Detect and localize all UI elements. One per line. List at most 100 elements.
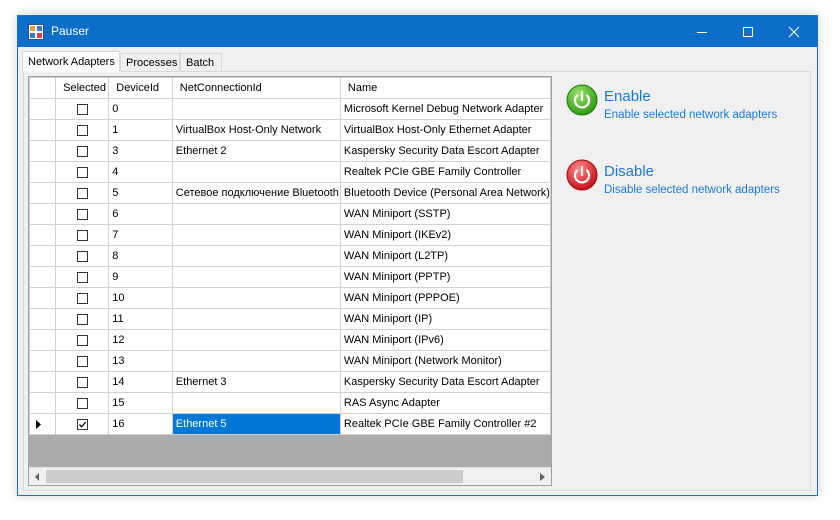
net-connection-id-cell[interactable]: Ethernet 5 [171, 413, 341, 435]
net-connection-id-cell[interactable]: Ethernet 2 [171, 140, 341, 162]
row-header[interactable] [29, 371, 57, 393]
name-cell[interactable]: Kaspersky Security Data Escort Adapter [339, 140, 551, 162]
horizontal-scrollbar[interactable] [29, 467, 551, 485]
name-cell[interactable]: Kaspersky Security Data Escort Adapter [339, 371, 551, 393]
column-header-name[interactable]: Name [339, 77, 551, 99]
device-id-cell[interactable]: 7 [108, 224, 173, 246]
row-header[interactable] [29, 413, 57, 435]
name-cell[interactable]: Bluetooth Device (Personal Area Network) [339, 182, 551, 204]
net-connection-id-cell[interactable] [171, 203, 341, 225]
net-connection-id-cell[interactable] [171, 308, 341, 330]
net-connection-id-cell[interactable]: VirtualBox Host-Only Network [171, 119, 341, 141]
table-row[interactable]: 13 WAN Miniport (Network Monitor) [29, 350, 551, 372]
device-id-cell[interactable]: 10 [108, 287, 173, 309]
device-id-cell[interactable]: 8 [108, 245, 173, 267]
selected-cell[interactable] [55, 350, 110, 372]
column-header-selected[interactable]: Selected [55, 77, 110, 99]
selected-cell[interactable] [55, 329, 110, 351]
selected-checkbox[interactable] [76, 124, 88, 136]
minimize-button[interactable] [679, 16, 725, 47]
selected-checkbox[interactable] [76, 355, 88, 367]
table-row[interactable]: 11 WAN Miniport (IP) [29, 308, 551, 330]
name-cell[interactable]: WAN Miniport (L2TP) [339, 245, 551, 267]
row-header[interactable] [29, 329, 57, 351]
device-id-cell[interactable]: 13 [108, 350, 173, 372]
tab-network-adapters[interactable]: Network Adapters [22, 51, 120, 72]
row-header-corner[interactable] [29, 77, 57, 99]
device-id-cell[interactable]: 5 [108, 182, 173, 204]
name-cell[interactable]: WAN Miniport (Network Monitor) [339, 350, 551, 372]
row-header[interactable] [29, 350, 57, 372]
tab-processes[interactable]: Processes [120, 53, 180, 71]
selected-checkbox[interactable] [76, 334, 88, 346]
scroll-thumb[interactable] [46, 470, 463, 483]
row-header[interactable] [29, 224, 57, 246]
row-header[interactable] [29, 140, 57, 162]
row-header[interactable] [29, 182, 57, 204]
name-cell[interactable]: WAN Miniport (IP) [339, 308, 551, 330]
name-cell[interactable]: WAN Miniport (PPPOE) [339, 287, 551, 309]
table-row[interactable]: 8 WAN Miniport (L2TP) [29, 245, 551, 267]
name-cell[interactable]: WAN Miniport (IPv6) [339, 329, 551, 351]
table-row[interactable]: 9 WAN Miniport (PPTP) [29, 266, 551, 288]
table-row[interactable]: 5 Сетевое подключение Bluetooth Bluetooth … [29, 182, 551, 204]
device-id-cell[interactable]: 6 [108, 203, 173, 225]
selected-cell[interactable] [55, 140, 110, 162]
net-connection-id-cell[interactable]: Сетевое подключение Bluetooth [171, 182, 341, 204]
name-cell[interactable]: Microsoft Kernel Debug Network Adapter [339, 98, 551, 120]
net-connection-id-cell[interactable] [171, 266, 341, 288]
row-header[interactable] [29, 308, 57, 330]
name-cell[interactable]: WAN Miniport (SSTP) [339, 203, 551, 225]
device-id-cell[interactable]: 14 [108, 371, 173, 393]
device-id-cell[interactable]: 12 [108, 329, 173, 351]
net-connection-id-cell[interactable] [171, 329, 341, 351]
selected-cell[interactable] [55, 245, 110, 267]
selected-cell[interactable] [55, 266, 110, 288]
selected-checkbox[interactable] [76, 208, 88, 220]
selected-checkbox[interactable] [76, 229, 88, 241]
net-connection-id-cell[interactable]: Ethernet 3 [171, 371, 341, 393]
scroll-right-button[interactable] [534, 468, 551, 485]
maximize-button[interactable] [725, 16, 771, 47]
selected-cell[interactable] [55, 203, 110, 225]
name-cell[interactable]: VirtualBox Host-Only Ethernet Adapter [339, 119, 551, 141]
selected-cell[interactable] [55, 161, 110, 183]
table-row[interactable]: 7 WAN Miniport (IKEv2) [29, 224, 551, 246]
selected-checkbox[interactable] [76, 187, 88, 199]
name-cell[interactable]: WAN Miniport (PPTP) [339, 266, 551, 288]
device-id-cell[interactable]: 16 [108, 413, 173, 435]
table-row[interactable]: 15 RAS Async Adapter [29, 392, 551, 414]
device-id-cell[interactable]: 11 [108, 308, 173, 330]
column-header-net-connection-id[interactable]: NetConnectionId [171, 77, 341, 99]
table-row[interactable]: 16 Ethernet 5 Realtek PCIe GBE Family Cont… [29, 413, 551, 435]
selected-checkbox[interactable] [76, 376, 88, 388]
row-header[interactable] [29, 287, 57, 309]
table-row[interactable]: 6 WAN Miniport (SSTP) [29, 203, 551, 225]
selected-checkbox[interactable] [76, 145, 88, 157]
name-cell[interactable]: WAN Miniport (IKEv2) [339, 224, 551, 246]
table-row[interactable]: 3 Ethernet 2 Kaspersky Security Data Escor… [29, 140, 551, 162]
selected-checkbox[interactable] [76, 292, 88, 304]
row-header[interactable] [29, 119, 57, 141]
selected-checkbox[interactable] [76, 418, 88, 430]
net-connection-id-cell[interactable] [171, 224, 341, 246]
table-row[interactable]: 1 VirtualBox Host-Only Network VirtualBox … [29, 119, 551, 141]
net-connection-id-cell[interactable] [171, 161, 341, 183]
selected-checkbox[interactable] [76, 313, 88, 325]
selected-checkbox[interactable] [76, 271, 88, 283]
row-header[interactable] [29, 203, 57, 225]
selected-cell[interactable] [55, 98, 110, 120]
device-id-cell[interactable]: 3 [108, 140, 173, 162]
selected-checkbox[interactable] [76, 166, 88, 178]
name-cell[interactable]: Realtek PCIe GBE Family Controller [339, 161, 551, 183]
title-bar[interactable]: Pauser [18, 16, 817, 47]
selected-cell[interactable] [55, 224, 110, 246]
row-header[interactable] [29, 266, 57, 288]
net-connection-id-cell[interactable] [171, 287, 341, 309]
selected-cell[interactable] [55, 119, 110, 141]
column-header-device-id[interactable]: DeviceId [108, 77, 173, 99]
device-id-cell[interactable]: 9 [108, 266, 173, 288]
table-row[interactable]: 10 WAN Miniport (PPPOE) [29, 287, 551, 309]
selected-cell[interactable] [55, 392, 110, 414]
name-cell[interactable]: RAS Async Adapter [339, 392, 551, 414]
